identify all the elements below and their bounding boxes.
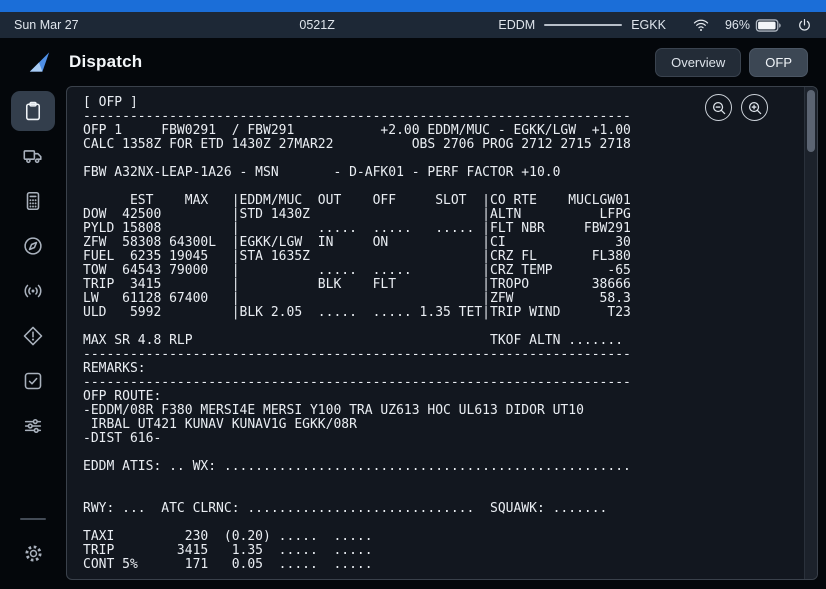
battery-icon (755, 19, 782, 32)
tab-ofp[interactable]: OFP (749, 48, 808, 77)
warning-diamond-icon (22, 325, 44, 347)
sidebar-item-ground-services[interactable] (11, 136, 55, 176)
gear-icon (23, 543, 44, 564)
sidebar-item-alerts[interactable] (11, 316, 55, 356)
sidebar-divider (20, 518, 46, 520)
sidebar-item-checklist[interactable] (11, 361, 55, 401)
sidebar (0, 86, 66, 589)
system-accent-strip (0, 0, 826, 12)
sidebar-item-navigation[interactable] (11, 226, 55, 266)
destination-airport-code: EGKK (631, 18, 666, 32)
origin-airport-code: EDDM (498, 18, 535, 32)
sliders-icon (22, 415, 44, 437)
page-header: Dispatch Overview OFP (0, 38, 826, 86)
power-icon[interactable] (797, 18, 812, 33)
sidebar-item-preferences[interactable] (11, 406, 55, 446)
scrollbar-thumb[interactable] (807, 90, 815, 152)
flight-progress: EDDM EGKK (498, 18, 666, 32)
broadcast-icon (22, 280, 44, 302)
battery-percent: 96% (725, 18, 750, 32)
compass-icon (22, 235, 44, 257)
zoom-controls (705, 94, 768, 121)
checklist-icon (22, 370, 44, 392)
truck-icon (22, 145, 44, 167)
zoom-in-button[interactable] (741, 94, 768, 121)
sidebar-item-settings[interactable] (11, 533, 55, 573)
sidebar-item-dispatch[interactable] (11, 91, 55, 131)
app-screen: Sun Mar 27 0521Z EDDM EGKK 96% (0, 0, 826, 589)
calculator-icon (22, 190, 44, 212)
zoom-in-icon (747, 100, 763, 116)
sidebar-bottom (11, 518, 55, 573)
battery-indicator: 96% (725, 18, 782, 32)
zoom-out-icon (711, 100, 727, 116)
scrollbar[interactable] (804, 87, 817, 579)
app-logo (26, 49, 53, 76)
ofp-text: [ OFP ] --------------------------------… (83, 96, 631, 572)
sidebar-item-calculator[interactable] (11, 181, 55, 221)
content-area: [ OFP ] --------------------------------… (0, 86, 826, 589)
status-bar: Sun Mar 27 0521Z EDDM EGKK 96% (0, 12, 826, 38)
page-title: Dispatch (69, 52, 142, 72)
clipboard-icon (22, 100, 44, 122)
view-tabs: Overview OFP (655, 48, 808, 77)
ofp-document-panel[interactable]: [ OFP ] --------------------------------… (66, 86, 818, 580)
status-date: Sun Mar 27 (14, 18, 79, 32)
status-time: 0521Z (299, 18, 334, 32)
flight-progress-line (544, 24, 622, 26)
zoom-out-button[interactable] (705, 94, 732, 121)
tab-overview[interactable]: Overview (655, 48, 741, 77)
wifi-icon (692, 18, 710, 33)
sidebar-item-comms[interactable] (11, 271, 55, 311)
